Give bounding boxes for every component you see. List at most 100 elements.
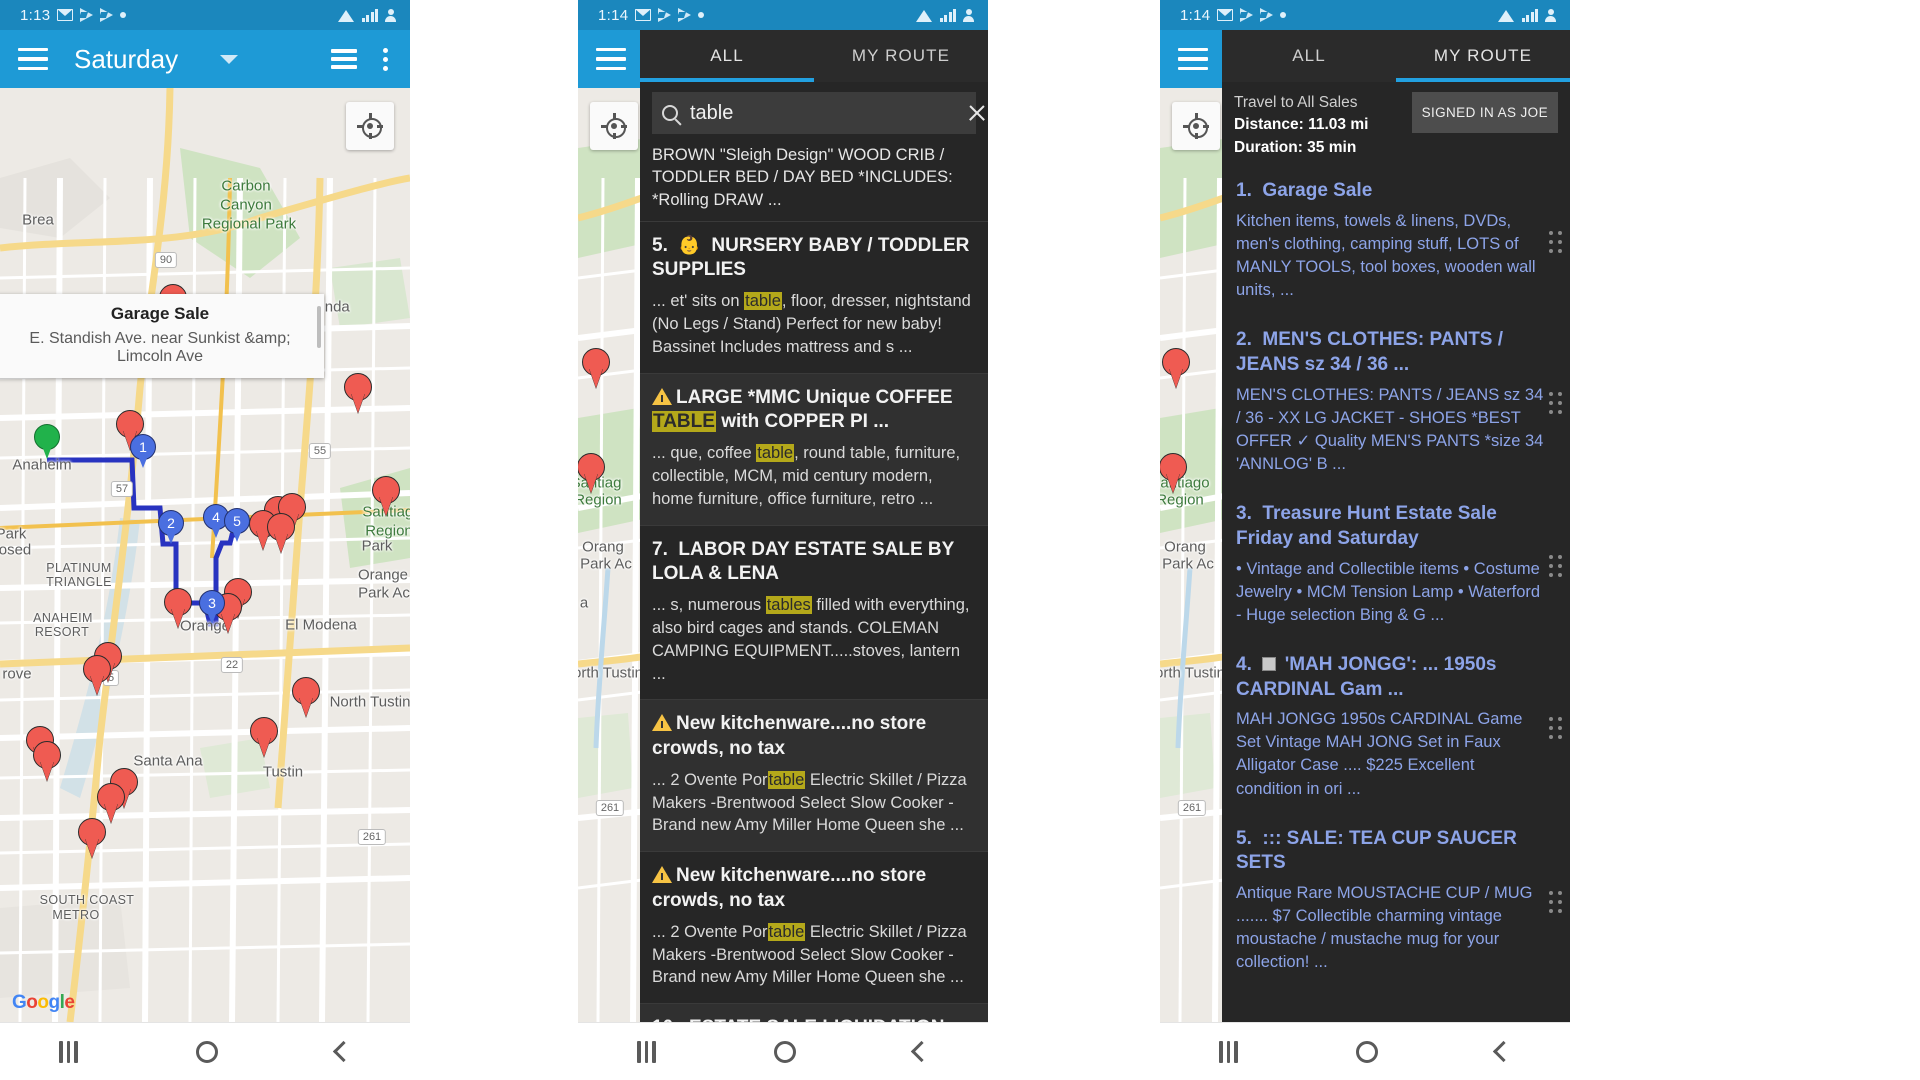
- drag-handle-icon[interactable]: [1549, 890, 1562, 913]
- recents-button[interactable]: [637, 1040, 656, 1063]
- tab-all[interactable]: ALL: [1222, 30, 1396, 82]
- drag-handle-icon[interactable]: [1549, 230, 1562, 253]
- map-pin-icon[interactable]: [344, 373, 372, 413]
- home-button[interactable]: [1355, 1040, 1378, 1063]
- route-item-description: • Vintage and Collectible items • Costum…: [1236, 559, 1541, 624]
- info-window-scrollbar[interactable]: [317, 306, 321, 348]
- signal-icon: [1521, 8, 1538, 22]
- back-button[interactable]: [910, 1040, 932, 1063]
- highway-shield: 22: [220, 657, 244, 673]
- map-label: El Modena: [285, 616, 357, 634]
- search-hint-text: BROWN "Sleigh Design" WOOD CRIB / TODDLE…: [652, 146, 953, 209]
- route-item-index: 5.: [1236, 827, 1252, 849]
- android-nav-bar-right: [1160, 1022, 1570, 1080]
- clear-search-icon[interactable]: [967, 103, 987, 123]
- map-label: Region: [1160, 491, 1204, 509]
- route-start-pin[interactable]: [34, 424, 60, 460]
- search-input[interactable]: [690, 101, 955, 125]
- play-icon: [80, 8, 94, 22]
- drag-handle-icon[interactable]: [1549, 392, 1562, 415]
- signed-in-button[interactable]: SIGNED IN AS JOE: [1411, 92, 1558, 133]
- map-pin-icon[interactable]: [97, 783, 125, 823]
- status-time: 1:13: [20, 6, 51, 24]
- route-stop-pin[interactable]: 3: [199, 590, 225, 624]
- chevron-down-icon[interactable]: [220, 54, 239, 64]
- home-button[interactable]: [195, 1040, 218, 1063]
- map-label: Park: [0, 525, 27, 543]
- status-time: 1:14: [1180, 6, 1211, 24]
- route-stop-pin[interactable]: 1: [130, 434, 156, 468]
- map-pin-icon[interactable]: [33, 741, 61, 781]
- back-button[interactable]: [332, 1040, 354, 1063]
- map-label: Regional Park: [201, 215, 297, 233]
- search-result-item[interactable]: 10. ESTATE SALE LIQUIDATION - Everything…: [640, 1003, 988, 1022]
- search-result-item[interactable]: 5. 👶 NURSERY BABY / TODDLER SUPPLIES ... …: [640, 220, 988, 373]
- menu-icon[interactable]: [596, 48, 626, 70]
- search-result-item[interactable]: New kitchenware....no store crowds, no t…: [640, 699, 988, 852]
- map-pin-icon[interactable]: [372, 476, 400, 516]
- route-list-item[interactable]: 4. 'MAH JONGG': ... 1950s CARDINAL Gam .…: [1222, 641, 1570, 815]
- map-pin-icon[interactable]: [164, 588, 192, 628]
- search-result-item[interactable]: 7. LABOR DAY ESTATE SALE BY LOLA & LENA.…: [640, 524, 988, 700]
- tab-all[interactable]: ALL: [640, 30, 814, 82]
- map-label: ANAHEIM: [33, 611, 93, 625]
- map-label: Canyon: [220, 196, 272, 214]
- menu-icon[interactable]: [18, 48, 48, 70]
- map-pin-icon[interactable]: [578, 453, 605, 493]
- baby-emoji-icon: 👶: [678, 234, 701, 255]
- play-icon: [678, 8, 692, 22]
- route-item-list: 1. Garage Sale Kitchen items, towels & li…: [1222, 167, 1570, 988]
- map-canvas-left[interactable]: CarbonCanyonRegional ParkBreaYorba Linda…: [0, 88, 410, 1022]
- highway-shield: 57: [110, 481, 134, 497]
- route-list-item[interactable]: 2. MEN'S CLOTHES: PANTS / JEANS sz 34 / …: [1222, 316, 1570, 490]
- route-duration: Duration: 35 min: [1234, 138, 1357, 156]
- recents-button[interactable]: [1219, 1040, 1238, 1063]
- play-icon: [1260, 8, 1274, 22]
- search-bar[interactable]: [652, 92, 976, 134]
- overflow-menu-icon[interactable]: [383, 47, 388, 71]
- map-label: Orang: [1164, 538, 1206, 556]
- search-result-item[interactable]: LARGE *MMC Unique COFFEE TABLE with COPP…: [640, 372, 988, 525]
- route-item-description: Antique Rare MOUSTACHE CUP / MUG .......…: [1236, 884, 1533, 972]
- route-stop-pin[interactable]: 2: [158, 510, 184, 544]
- result-snippet: ... 2 Ovente Portable Electric Skillet /…: [652, 770, 967, 835]
- map-label: a: [579, 594, 589, 612]
- route-list-item[interactable]: 5. ::: SALE: TEA CUP SAUCER SETSAntique …: [1222, 815, 1570, 989]
- map-pin-icon[interactable]: [582, 348, 610, 388]
- map-info-window[interactable]: Garage Sale E. Standish Ave. near Sunkis…: [0, 294, 324, 378]
- status-bar-mid: 1:14: [578, 0, 988, 30]
- map-label: Park Ac: [1162, 555, 1214, 573]
- map-label: PLATINUM: [46, 561, 112, 575]
- map-pin-icon[interactable]: [1162, 348, 1190, 388]
- search-results-panel: ALLMY ROUTE BROWN "Sleigh Design" WOOD C…: [640, 30, 988, 1022]
- square-icon: [1262, 656, 1277, 671]
- route-stop-pin[interactable]: 5: [224, 508, 250, 542]
- my-location-button[interactable]: [1172, 102, 1220, 150]
- my-location-button[interactable]: [590, 102, 638, 150]
- tab-my-route[interactable]: MY ROUTE: [814, 30, 988, 82]
- menu-icon[interactable]: [1178, 48, 1208, 70]
- tab-my-route[interactable]: MY ROUTE: [1396, 30, 1570, 82]
- route-list-item[interactable]: 3. Treasure Hunt Estate Sale Friday and …: [1222, 490, 1570, 641]
- list-view-button[interactable]: [331, 49, 357, 69]
- my-location-button[interactable]: [346, 102, 394, 150]
- drag-handle-icon[interactable]: [1549, 554, 1562, 577]
- drag-handle-icon[interactable]: [1549, 716, 1562, 739]
- map-pin-icon[interactable]: [267, 513, 295, 553]
- back-button[interactable]: [1492, 1040, 1514, 1063]
- map-pin-icon[interactable]: [250, 717, 278, 757]
- phone-left-map-view: 1:13 Saturday Carbon Canyon Regional Par…: [0, 0, 410, 1080]
- map-pin-icon[interactable]: [292, 677, 320, 717]
- route-item-title: 5. ::: SALE: TEA CUP SAUCER SETS: [1236, 827, 1517, 874]
- google-watermark: Google: [12, 992, 75, 1013]
- recents-button[interactable]: [59, 1040, 78, 1063]
- route-list-item[interactable]: 1. Garage Sale Kitchen items, towels & li…: [1222, 167, 1570, 316]
- map-pin-icon[interactable]: [83, 655, 111, 695]
- map-label: rove: [2, 665, 32, 683]
- map-pin-icon[interactable]: [78, 818, 106, 858]
- route-item-description: MAH JONGG 1950s CARDINAL Game Set Vintag…: [1236, 710, 1523, 798]
- map-pin-icon[interactable]: [1160, 453, 1187, 493]
- warning-icon: [652, 866, 672, 884]
- home-button[interactable]: [773, 1040, 796, 1063]
- search-result-item[interactable]: New kitchenware....no store crowds, no t…: [640, 851, 988, 1003]
